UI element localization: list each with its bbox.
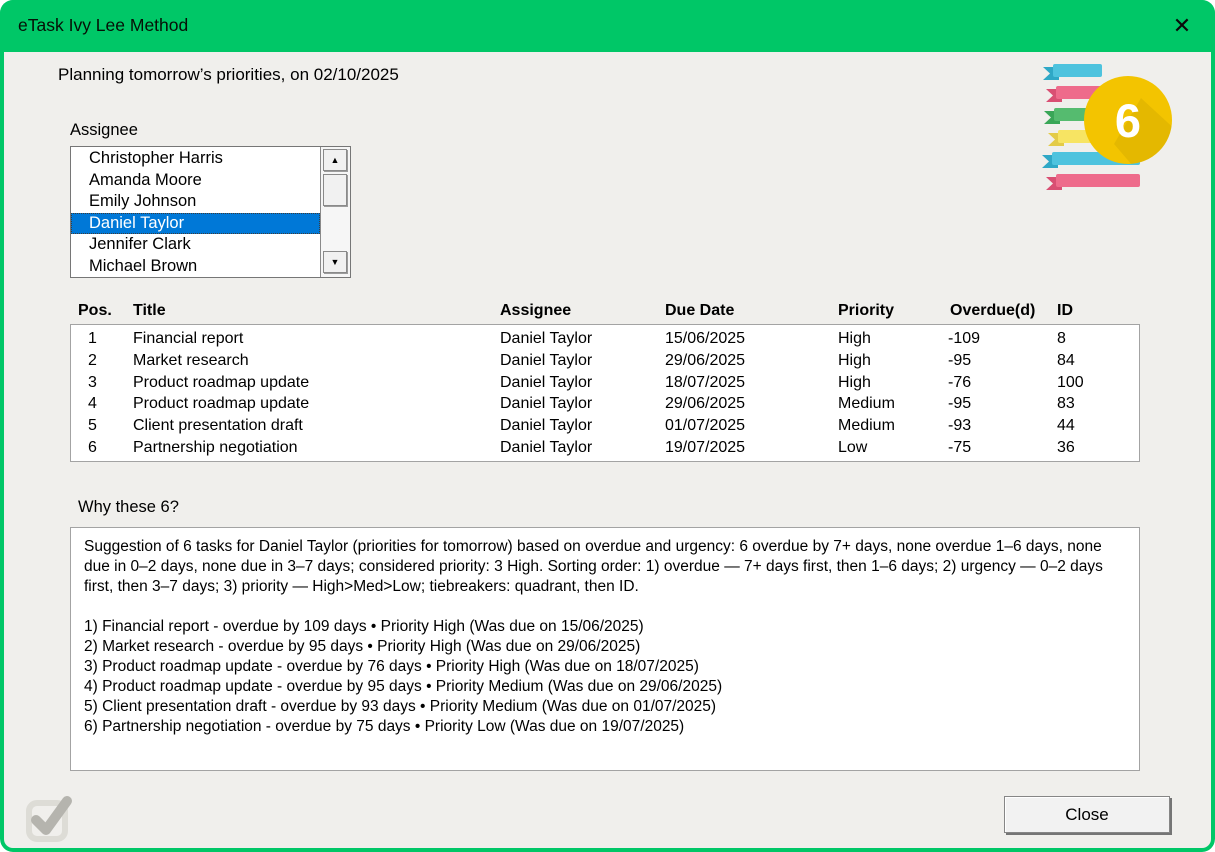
cell-priority: High [838,372,871,394]
cell-assignee: Daniel Taylor [500,393,592,415]
cell-due: 18/07/2025 [665,372,745,394]
task-table-body: 1 Financial report Daniel Taylor 15/06/2025… [70,324,1140,462]
cell-id: 83 [1057,393,1075,415]
cell-assignee: Daniel Taylor [500,328,592,350]
assignee-option[interactable]: Jennifer Clark [71,234,320,256]
cell-due: 19/07/2025 [665,437,745,459]
close-button-label: Close [1065,805,1108,825]
cell-overdue: -95 [948,393,971,415]
cell-overdue: -95 [948,350,971,372]
assignee-label: Assignee [70,121,138,140]
assignee-option[interactable]: Amanda Moore [71,170,320,192]
assignee-option[interactable]: Christopher Harris [71,148,320,170]
cell-assignee: Daniel Taylor [500,437,592,459]
why-label: Why these 6? [78,498,179,517]
cell-title: Market research [133,350,249,372]
table-row: 3 Product roadmap update Daniel Taylor 18/0… [71,372,1139,394]
cell-assignee: Daniel Taylor [500,372,592,394]
scroll-up-icon: ▲ [331,155,340,165]
table-row: 1 Financial report Daniel Taylor 15/06/2025… [71,328,1139,350]
assignee-listbox[interactable]: Christopher HarrisAmanda MooreEmily John… [70,146,351,278]
cell-priority: Medium [838,415,895,437]
cell-due: 29/06/2025 [665,393,745,415]
cell-pos: 5 [88,415,97,437]
cell-pos: 2 [88,350,97,372]
scroll-down-icon: ▼ [331,257,340,267]
scrollbar-thumb[interactable] [323,174,347,206]
cell-overdue: -109 [948,328,980,350]
cell-priority: Medium [838,393,895,415]
scroll-up-button[interactable]: ▲ [323,149,347,171]
close-icon: ✕ [1173,15,1191,37]
cell-priority: Low [838,437,867,459]
assignee-option[interactable]: Michael Brown [71,256,320,278]
table-row: 2 Market research Daniel Taylor 29/06/2025 H… [71,350,1139,372]
assignee-option[interactable]: Daniel Taylor [71,213,320,235]
scroll-down-button[interactable]: ▼ [323,251,347,273]
cell-id: 100 [1057,372,1084,394]
cell-title: Partnership negotiation [133,437,298,459]
cell-pos: 4 [88,393,97,415]
badge-count: 6 [1115,94,1141,147]
table-row: 5 Client presentation draft Daniel Taylor 0… [71,415,1139,437]
column-header-due-date: Due Date [665,302,734,320]
cell-pos: 6 [88,437,97,459]
column-header-title: Title [133,302,166,320]
cell-assignee: Daniel Taylor [500,350,592,372]
cell-overdue: -93 [948,415,971,437]
cell-priority: High [838,350,871,372]
explanation-box: Suggestion of 6 tasks for Daniel Taylor … [70,527,1140,771]
title-bar[interactable]: eTask Ivy Lee Method ✕ [0,0,1215,52]
cell-title: Client presentation draft [133,415,303,437]
dialog-window: eTask Ivy Lee Method ✕ Planning tomorrow… [0,0,1215,852]
cell-id: 36 [1057,437,1075,459]
listbox-scrollbar[interactable]: ▲ ▼ [320,147,350,277]
cell-title: Product roadmap update [133,372,309,394]
cell-due: 29/06/2025 [665,350,745,372]
cell-priority: High [838,328,871,350]
cell-pos: 1 [88,328,97,350]
column-header-assignee: Assignee [500,302,571,320]
cell-overdue: -76 [948,372,971,394]
column-header-pos: Pos. [78,302,112,320]
cell-title: Financial report [133,328,243,350]
close-button[interactable]: Close [1004,796,1170,833]
assignee-options: Christopher HarrisAmanda MooreEmily John… [71,148,320,278]
column-header-id: ID [1057,302,1073,320]
table-header: Pos. Title Assignee Due Date Priority Ov… [70,302,1140,322]
checkmark-icon [20,789,76,845]
cell-overdue: -75 [948,437,971,459]
column-header-priority: Priority [838,302,894,320]
window-title: eTask Ivy Lee Method [18,15,188,36]
cell-id: 84 [1057,350,1075,372]
cell-assignee: Daniel Taylor [500,415,592,437]
close-window-button[interactable]: ✕ [1167,11,1197,41]
cell-title: Product roadmap update [133,393,309,415]
cell-id: 8 [1057,328,1066,350]
cell-pos: 3 [88,372,97,394]
table-row: 6 Partnership negotiation Daniel Taylor 19/… [71,437,1139,459]
assignee-option[interactable]: Emily Johnson [71,191,320,213]
table-row: 4 Product roadmap update Daniel Taylor 29/0… [71,393,1139,415]
cell-due: 15/06/2025 [665,328,745,350]
cell-due: 01/07/2025 [665,415,745,437]
column-header-overdue: Overdue(d) [950,302,1035,320]
planning-subtitle: Planning tomorrow’s priorities, on 02/10… [58,65,399,85]
cell-id: 44 [1057,415,1075,437]
ivy-lee-badge-icon: 6 [1038,60,1180,196]
